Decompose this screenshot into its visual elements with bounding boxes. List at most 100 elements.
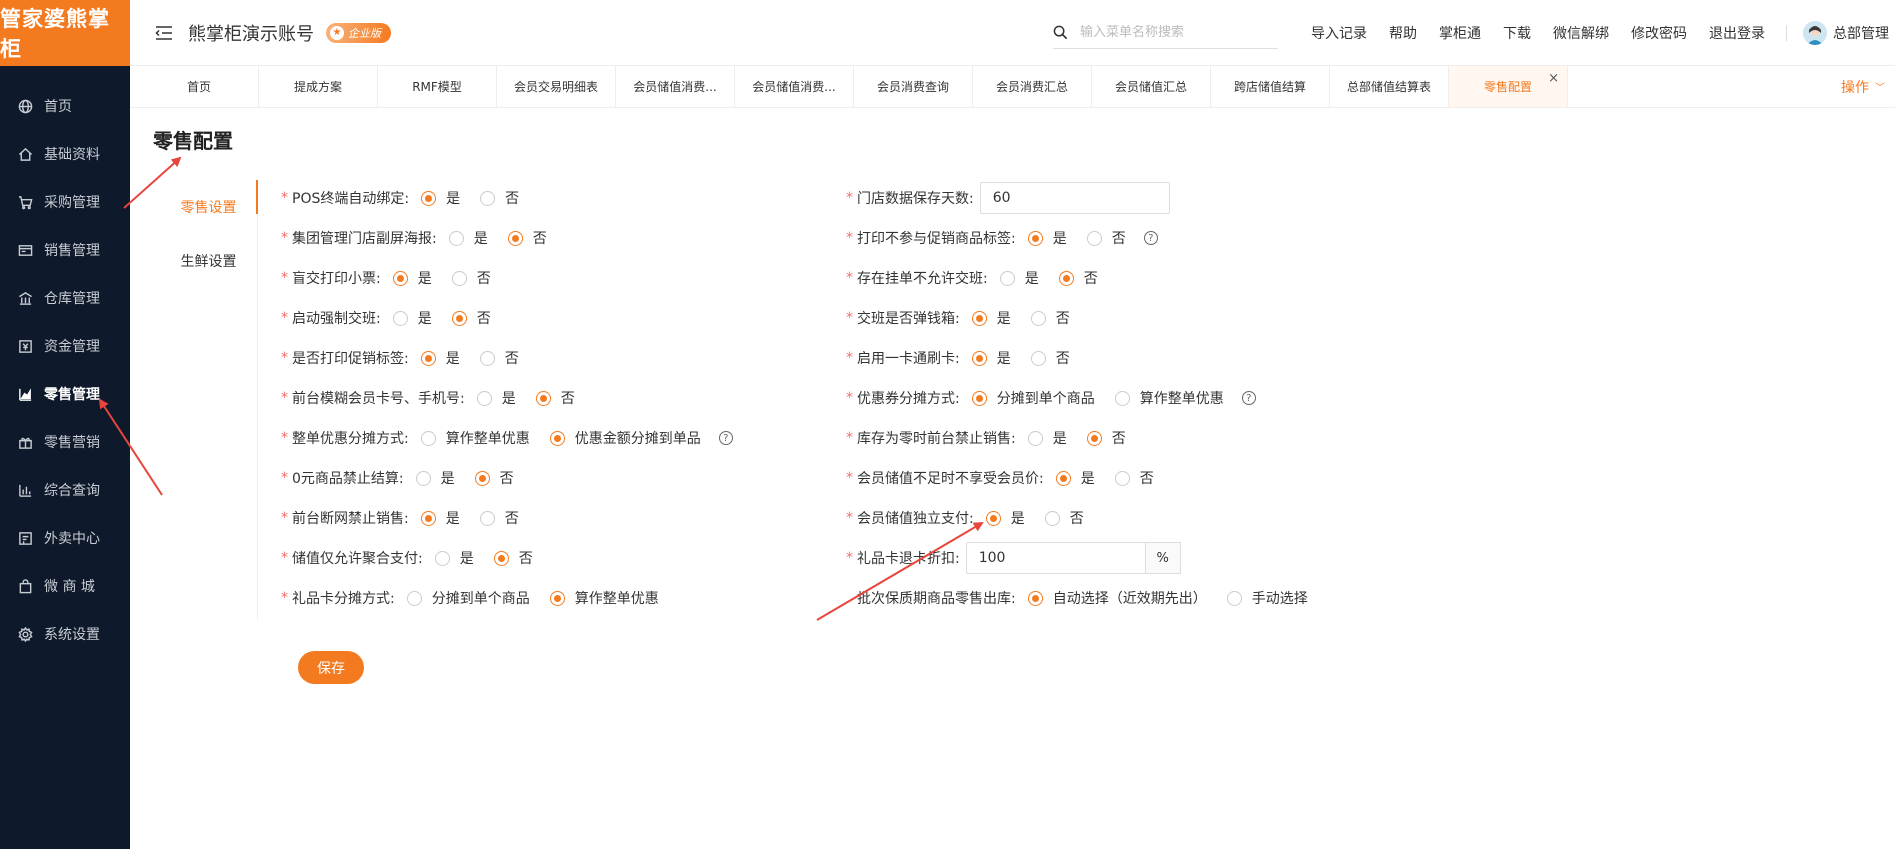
sidebar-item-7[interactable]: 零售营销 (0, 418, 130, 466)
radio-option[interactable]: 否 (493, 548, 533, 568)
tab-3[interactable]: 会员交易明细表 (497, 66, 616, 107)
radio-option[interactable]: 是 (999, 268, 1039, 288)
tab-8[interactable]: 会员储值汇总 (1092, 66, 1211, 107)
tab-9[interactable]: 跨店储值结算 (1211, 66, 1330, 107)
tab-10[interactable]: 总部储值结算表 (1330, 66, 1449, 107)
radio-option[interactable]: 优惠金额分摊到单品 (549, 428, 701, 448)
radio-option[interactable]: 是 (1055, 468, 1095, 488)
radio-option[interactable]: 算作整单优惠 (1114, 388, 1224, 408)
header-link-5[interactable]: 修改密码 (1631, 23, 1687, 43)
radio-label: 手动选择 (1251, 591, 1308, 607)
tab-5[interactable]: 会员储值消费... (735, 66, 854, 107)
header-link-3[interactable]: 下载 (1503, 23, 1531, 43)
tab-6[interactable]: 会员消费查询 (854, 66, 973, 107)
radio-option[interactable]: 否 (1086, 228, 1126, 248)
header-link-6[interactable]: 退出登录 (1709, 23, 1765, 43)
radio-label: 分摊到单个商品 (996, 391, 1095, 407)
radio-option[interactable]: 否 (451, 308, 491, 328)
app-logo[interactable]: 管家婆熊掌柜 (0, 0, 130, 66)
tab-2[interactable]: RMF模型 (378, 66, 497, 107)
radio-option[interactable]: 是 (415, 468, 455, 488)
radio-option[interactable]: 是 (1027, 428, 1067, 448)
help-icon[interactable]: ? (1143, 231, 1158, 245)
radio-option[interactable]: 否 (1030, 348, 1070, 368)
radio-option[interactable]: 否 (474, 468, 514, 488)
radio-label: 是 (417, 311, 432, 327)
save-button[interactable]: 保存 (298, 651, 364, 684)
sidebar-item-1[interactable]: 基础资料 (0, 130, 130, 178)
user-avatar[interactable] (1803, 20, 1827, 45)
radio-option[interactable]: 否 (507, 228, 547, 248)
sidebar-item-11[interactable]: 系统设置 (0, 610, 130, 658)
setting-input[interactable] (979, 182, 1170, 214)
radio-option[interactable]: 否 (451, 268, 491, 288)
header-link-4[interactable]: 微信解绑 (1553, 23, 1609, 43)
sidebar-item-0[interactable]: 首页 (0, 82, 130, 130)
header-link-0[interactable]: 导入记录 (1311, 23, 1367, 43)
radio-option[interactable]: 否 (1058, 268, 1098, 288)
radio-option[interactable]: 是 (985, 508, 1025, 528)
radio-option[interactable]: 否 (1030, 308, 1070, 328)
radio-option[interactable]: 是 (434, 548, 474, 568)
header-link-2[interactable]: 掌柜通 (1439, 23, 1481, 43)
radio-dot (420, 350, 436, 366)
tab-1[interactable]: 提成方案 (259, 66, 378, 107)
radio-option[interactable]: 分摊到单个商品 (406, 588, 530, 608)
radio-option[interactable]: 是 (476, 388, 516, 408)
menu-search-input[interactable] (1080, 24, 1278, 40)
sidebar-item-2[interactable]: 采购管理 (0, 178, 130, 226)
radio-option[interactable]: 否 (535, 388, 575, 408)
radio-option[interactable]: 算作整单优惠 (549, 588, 659, 608)
radio-option[interactable]: 否 (480, 188, 519, 208)
setting-row-left-5: * 前台模糊会员卡号、手机号: 是 否 (281, 386, 575, 410)
radio-dot (476, 390, 492, 406)
radio-option[interactable]: 手动选择 (1226, 588, 1308, 608)
radio-option[interactable]: 是 (448, 228, 488, 248)
account-title: 熊掌柜演示账号 (188, 23, 314, 45)
header-link-1[interactable]: 帮助 (1389, 23, 1417, 43)
tab-0[interactable]: 首页 (140, 66, 259, 107)
radio-option[interactable]: 是 (392, 268, 432, 288)
radio-label: 是 (1080, 471, 1095, 487)
tab-7[interactable]: 会员消费汇总 (973, 66, 1092, 107)
radio-option[interactable]: 否 (479, 348, 519, 368)
radio-label: 是 (996, 351, 1011, 367)
help-icon[interactable]: ? (1241, 391, 1256, 405)
menu-toggle-icon[interactable] (154, 23, 174, 43)
sidebar-item-4[interactable]: 仓库管理 (0, 274, 130, 322)
tab-4[interactable]: 会员储值消费... (616, 66, 735, 107)
help-icon[interactable]: ? (718, 431, 733, 445)
radio-option[interactable]: 是 (1027, 228, 1067, 248)
sidebar-item-8[interactable]: 综合查询 (0, 466, 130, 514)
subnav-item-1[interactable]: 生鲜设置 (160, 234, 257, 288)
sidebar-item-6[interactable]: 零售管理 (0, 370, 130, 418)
radio-option[interactable]: 否 (1044, 508, 1084, 528)
search-icon[interactable] (1053, 25, 1068, 40)
radio-option[interactable]: 是 (971, 348, 1011, 368)
radio-option[interactable]: 分摊到单个商品 (971, 388, 1095, 408)
radio-option[interactable]: 是 (392, 308, 432, 328)
tab-11[interactable]: 零售配置 × (1449, 66, 1568, 107)
setting-input[interactable] (965, 542, 1146, 574)
radio-option[interactable]: 是 (420, 508, 460, 528)
close-icon[interactable]: × (1548, 71, 1559, 86)
header-right: 导入记录 帮助 掌柜通 下载 微信解绑 修改密码 退出登录 总部管理 (1053, 0, 1895, 65)
subnav-item-0[interactable]: 零售设置 (160, 180, 258, 234)
radio-option[interactable]: 是 (421, 188, 460, 208)
radio-option[interactable]: 自动选择（近效期先出） (1027, 588, 1207, 608)
radio-option[interactable]: 是 (971, 308, 1011, 328)
radio-label: 是 (459, 551, 474, 567)
sidebar-item-5[interactable]: 资金管理 (0, 322, 130, 370)
radio-option[interactable]: 是 (420, 348, 460, 368)
sidebar-item-9[interactable]: 外卖中心 (0, 514, 130, 562)
radio-option[interactable]: 否 (1114, 468, 1154, 488)
sidebar-item-3[interactable]: 销售管理 (0, 226, 130, 274)
radio-option[interactable]: 否 (1086, 428, 1126, 448)
user-name[interactable]: 总部管理 (1833, 23, 1889, 43)
setting-label: 整单优惠分摊方式: (292, 431, 409, 447)
sidebar-item-10[interactable]: 微 商 城 (0, 562, 130, 610)
radio-option[interactable]: 算作整单优惠 (420, 428, 530, 448)
radio-dot (451, 270, 467, 286)
radio-option[interactable]: 否 (479, 508, 519, 528)
operations-dropdown[interactable]: 操作 ﹀ (1841, 66, 1895, 107)
